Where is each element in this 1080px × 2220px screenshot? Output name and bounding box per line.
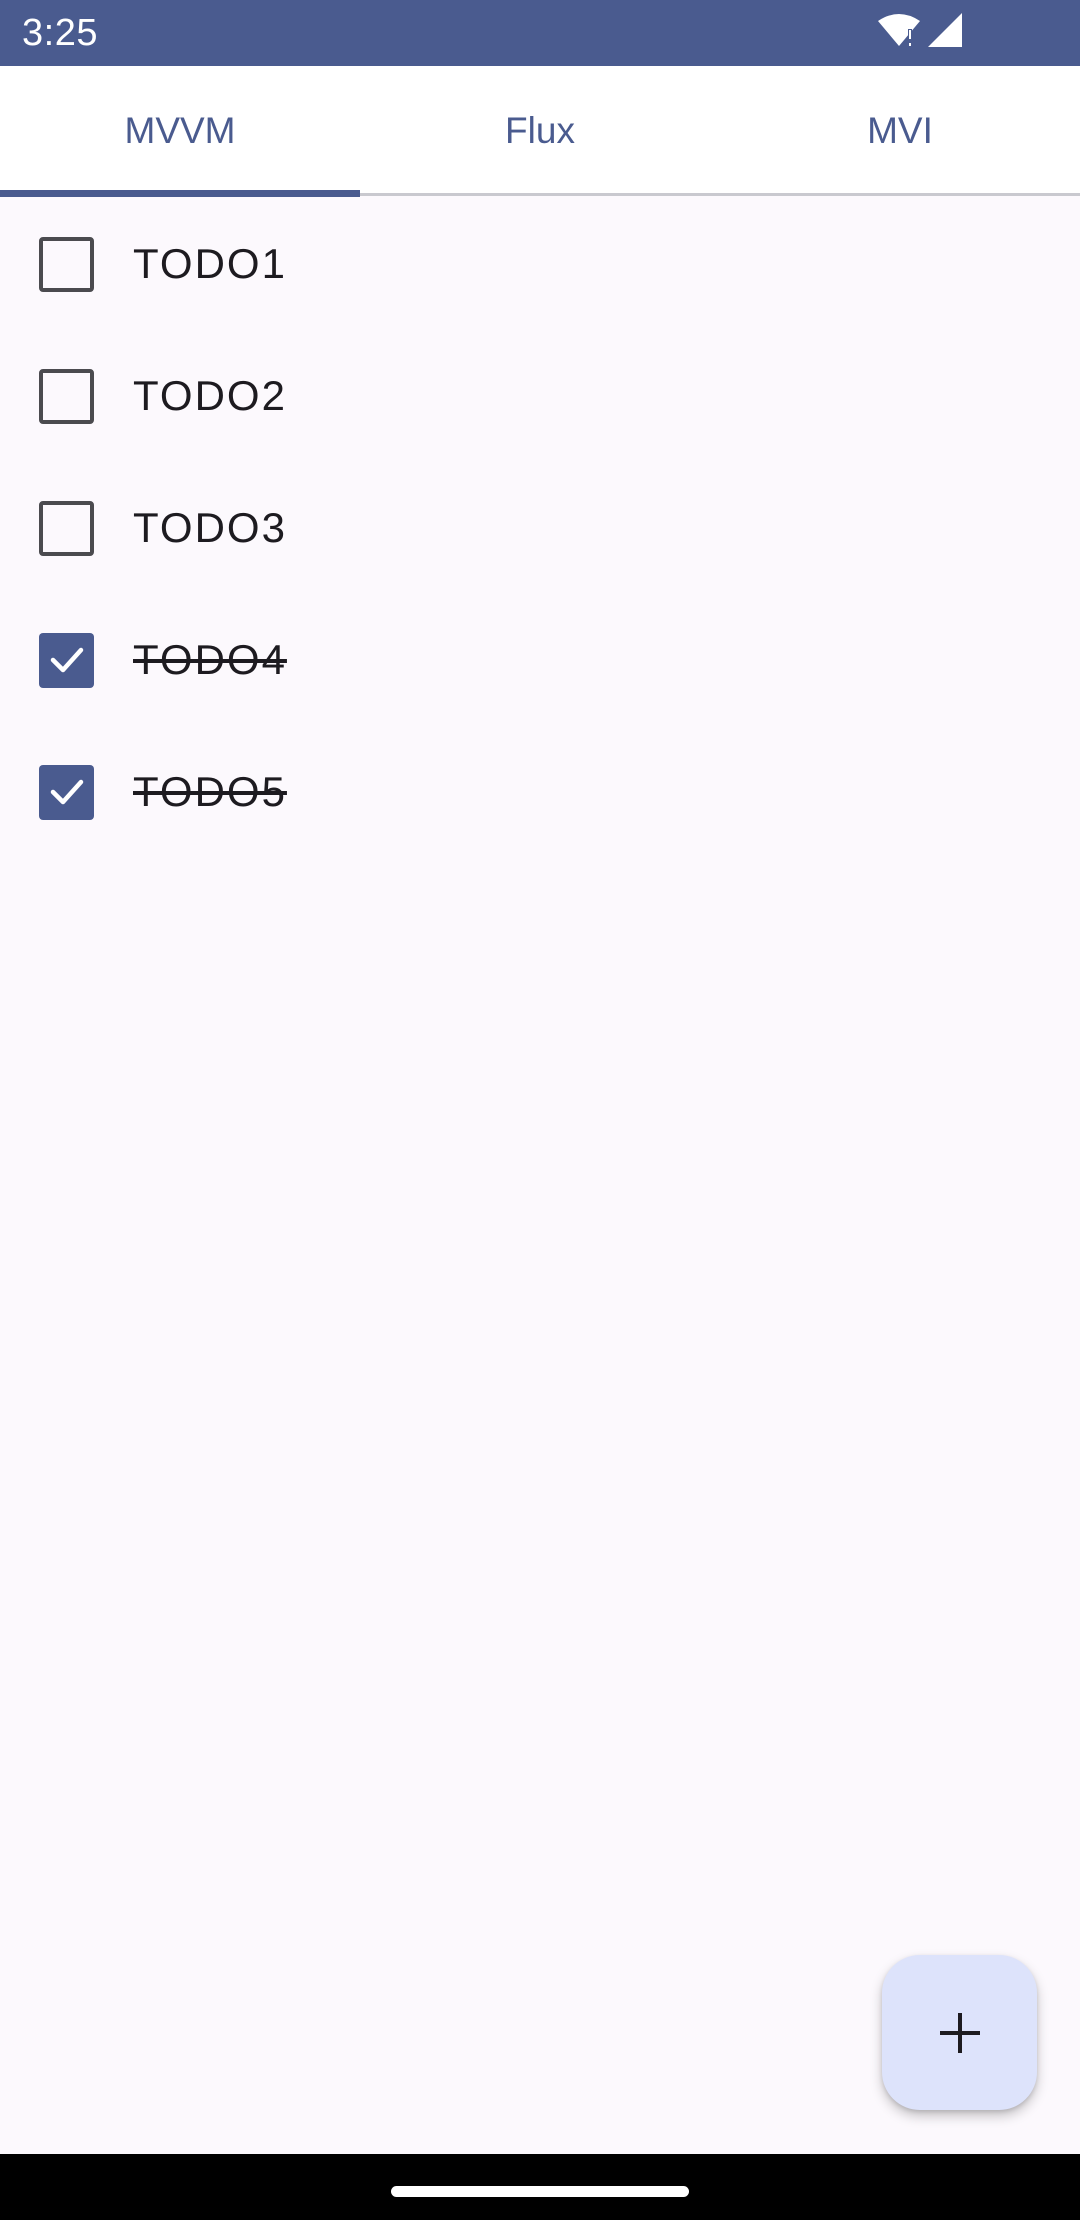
list-item[interactable]: TODO2 xyxy=(0,330,1080,462)
home-gesture-handle[interactable] xyxy=(391,2186,689,2197)
list-item[interactable]: TODO4 xyxy=(0,594,1080,726)
todo-label: TODO3 xyxy=(133,504,287,551)
list-item[interactable]: TODO1 xyxy=(0,198,1080,330)
tab-bar: MVVM Flux MVI xyxy=(0,66,1080,196)
todo-label: TODO4 xyxy=(133,636,287,683)
tab-flux[interactable]: Flux xyxy=(360,66,720,196)
plus-icon xyxy=(939,2012,980,2053)
check-icon xyxy=(50,647,83,673)
checkbox-unchecked[interactable] xyxy=(39,236,94,292)
add-todo-button[interactable] xyxy=(882,1955,1037,2110)
checkbox-checked[interactable] xyxy=(39,764,94,820)
status-bar: 3:25 xyxy=(0,0,1080,66)
checkbox-checked[interactable] xyxy=(39,632,94,688)
todo-label: TODO5 xyxy=(133,768,287,815)
todo-label: TODO2 xyxy=(133,372,287,419)
checkbox-unchecked[interactable] xyxy=(39,368,94,424)
tab-indicator xyxy=(0,190,360,197)
checkbox-unchecked[interactable] xyxy=(39,500,94,556)
list-item[interactable]: TODO3 xyxy=(0,462,1080,594)
list-item[interactable]: TODO5 xyxy=(0,726,1080,858)
check-icon xyxy=(50,779,83,805)
tab-mvi[interactable]: MVI xyxy=(720,66,1080,196)
status-time: 3:25 xyxy=(22,12,98,54)
navigation-bar xyxy=(0,2154,1080,2220)
status-icons xyxy=(876,13,962,52)
wifi-alert-icon xyxy=(876,13,922,52)
cell-signal-icon xyxy=(928,13,962,52)
tab-mvvm[interactable]: MVVM xyxy=(0,66,360,196)
todo-list: TODO1 TODO2 TODO3 TODO4 TODO5 xyxy=(0,198,1080,858)
todo-label: TODO1 xyxy=(133,240,287,287)
